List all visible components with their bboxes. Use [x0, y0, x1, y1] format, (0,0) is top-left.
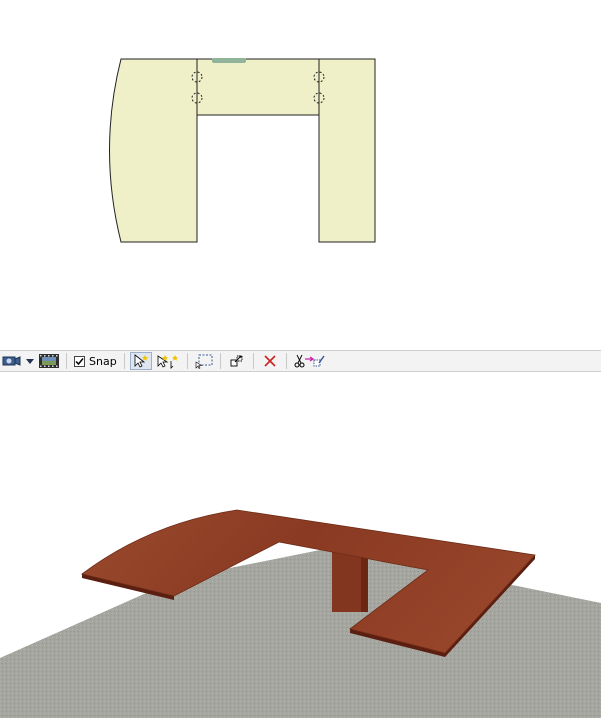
snap-label: Snap	[89, 354, 117, 368]
cut-paste-icon[interactable]	[292, 352, 328, 370]
toolbar-separator	[66, 353, 67, 369]
snap-toggle[interactable]: Snap	[72, 355, 119, 368]
cable-port-handle[interactable]	[212, 58, 246, 63]
toolbar-separator	[285, 353, 287, 369]
toolbar-separator	[186, 353, 188, 369]
multi-select-icon[interactable]	[154, 352, 182, 370]
dropdown-arrow-icon[interactable]	[23, 352, 37, 370]
plan-view[interactable]	[0, 0, 601, 350]
plan-canvas[interactable]	[0, 0, 601, 350]
desk-plan-shape[interactable]	[109, 58, 376, 243]
toolbar: Snap	[0, 350, 601, 372]
marquee-select-icon[interactable]	[193, 352, 215, 370]
select-icon[interactable]	[129, 352, 152, 370]
view-3d-canvas[interactable]	[0, 373, 601, 718]
toolbar-separator	[123, 353, 125, 369]
toolbar-separator	[252, 353, 254, 369]
delete-icon[interactable]	[259, 352, 281, 370]
film-strip-icon[interactable]	[37, 352, 61, 370]
move-icon[interactable]	[226, 352, 248, 370]
camera-icon[interactable]	[1, 352, 23, 370]
view-3d[interactable]	[0, 373, 601, 718]
checkbox-checked-icon[interactable]	[74, 355, 85, 367]
toolbar-separator	[219, 353, 221, 369]
